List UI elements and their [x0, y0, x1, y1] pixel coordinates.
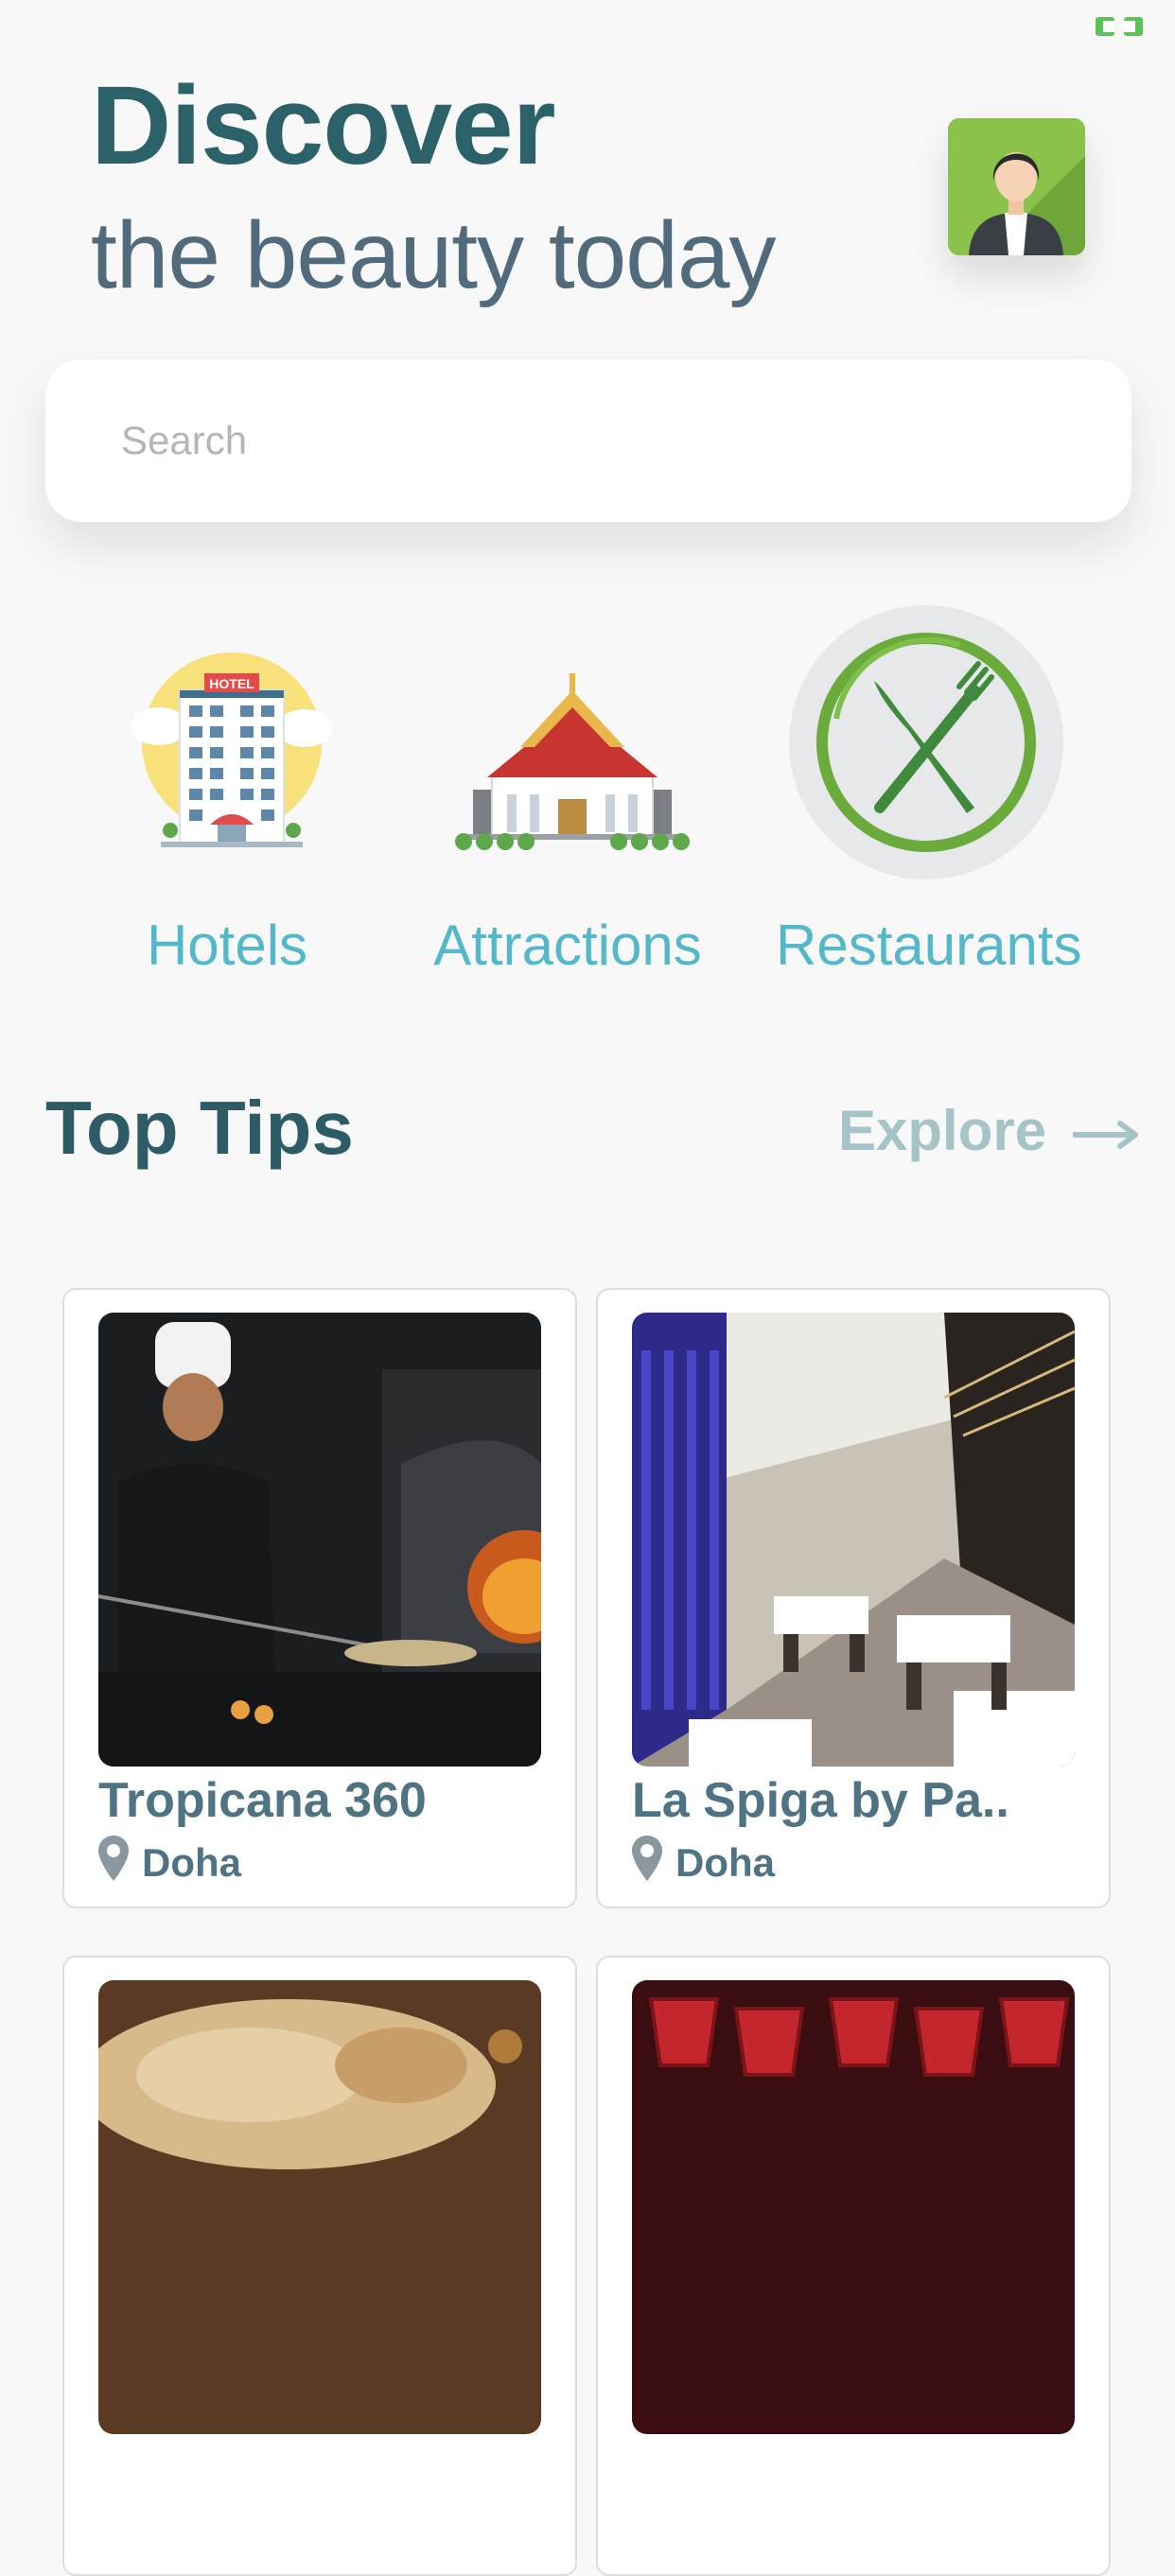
card-location-label: Doha: [675, 1840, 775, 1885]
category-label: Restaurants: [776, 914, 1082, 977]
search-input[interactable]: [45, 359, 1131, 522]
category-label: Hotels: [146, 914, 308, 977]
page-subtitle: the beauty today: [91, 202, 776, 308]
category-label: Attractions: [433, 914, 702, 977]
avatar[interactable]: [948, 118, 1085, 255]
card-photo: [98, 1313, 541, 1767]
category-restaurants[interactable]: Restaurants: [776, 605, 1082, 1002]
explore-label: Explore: [838, 1098, 1047, 1162]
status-indicator-icon: [1096, 17, 1145, 38]
svg-text:HOTEL: HOTEL: [209, 676, 254, 691]
tip-card[interactable]: [596, 1956, 1111, 2576]
page-title: Discover: [91, 63, 556, 188]
location-pin-icon: [632, 1836, 662, 1890]
fork-knife-icon: [789, 605, 1063, 879]
arrow-right-icon: [1072, 1098, 1141, 1163]
category-attractions[interactable]: Attractions: [416, 605, 719, 1002]
card-location: Doha: [632, 1836, 775, 1889]
card-location-label: Doha: [142, 1840, 241, 1885]
card-title: La Spiga by Pa..: [632, 1773, 1009, 1828]
location-pin-icon: [98, 1836, 129, 1890]
card-title: Tropicana 360: [98, 1773, 427, 1828]
tip-card[interactable]: Tropicana 360 Doha: [62, 1288, 577, 1908]
user-avatar-icon: [948, 118, 1085, 255]
category-hotels[interactable]: HOTEL Hotels: [76, 605, 378, 1002]
tip-card[interactable]: La Spiga by Pa.. Doha: [596, 1288, 1111, 1908]
tip-card[interactable]: [62, 1956, 577, 2576]
section-title: Top Tips: [45, 1086, 354, 1170]
hotel-icon: HOTEL: [104, 615, 360, 870]
card-location: Doha: [98, 1836, 241, 1889]
card-photo: [98, 1980, 541, 2434]
card-photo: [632, 1313, 1075, 1767]
explore-link[interactable]: Explore: [838, 1092, 1141, 1168]
card-photo: [632, 1980, 1075, 2434]
temple-icon: [445, 615, 700, 870]
